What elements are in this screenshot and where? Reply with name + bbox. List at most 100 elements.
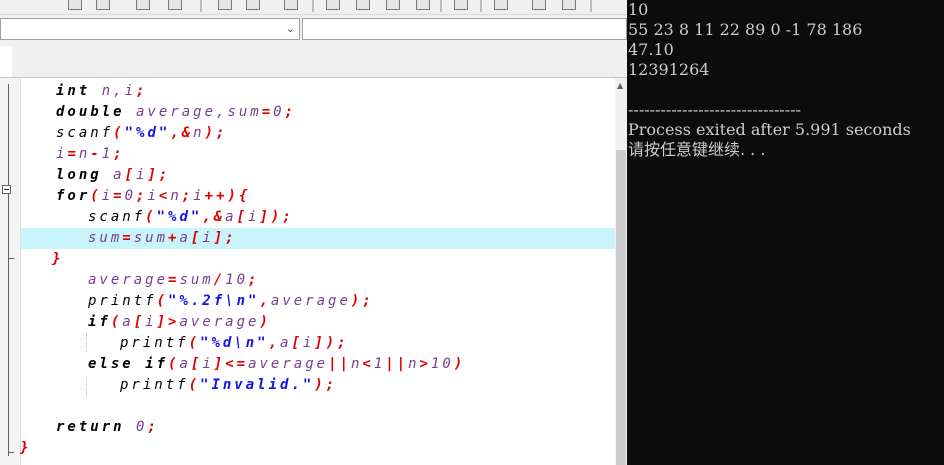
function-dropdown[interactable] <box>302 18 627 40</box>
editor-scrollbar[interactable]: ▲ <box>615 78 627 465</box>
code-token: average <box>88 272 169 288</box>
code-line[interactable]: else if(a[i]<=average||n<1||n>10) <box>88 354 465 375</box>
code-line[interactable]: printf("%.2f\n",average); <box>88 291 374 312</box>
code-line[interactable]: } <box>52 249 63 270</box>
toolbar-button[interactable] <box>386 0 400 10</box>
code-token: printf <box>120 335 189 351</box>
code-token: } <box>52 251 64 267</box>
code-token: i <box>302 335 315 351</box>
code-editor[interactable]: int n,i; double average,sum=0; scanf("%d",… <box>0 78 615 465</box>
code-token: a <box>122 314 134 330</box>
code-token: = <box>67 146 79 162</box>
scroll-up-icon[interactable]: ▲ <box>617 81 623 90</box>
code-token: a <box>179 230 191 246</box>
code-token: 1 <box>101 146 114 162</box>
toolbar-button[interactable] <box>96 0 110 10</box>
code-token: [ <box>190 356 203 372</box>
code-token: long <box>56 167 102 183</box>
code-token: ( <box>168 356 180 372</box>
code-token: 10 <box>225 272 249 288</box>
code-token: ; <box>147 419 159 435</box>
code-token: i <box>136 167 148 183</box>
toolbar-button[interactable] <box>218 0 232 10</box>
code-token: [ <box>291 335 303 351</box>
toolbar <box>0 0 627 15</box>
toolbar-separator <box>312 0 314 12</box>
code-token: average <box>270 293 351 309</box>
fold-end-marker <box>8 258 14 259</box>
code-line[interactable]: printf("Invalid."); <box>120 375 337 396</box>
code-token: 10 <box>430 356 454 372</box>
code-line[interactable]: for(i=0;i<n;i++){ <box>56 186 250 207</box>
toolbar-button[interactable] <box>326 0 340 10</box>
code-token: || <box>385 356 409 372</box>
toolbar-button[interactable] <box>416 0 430 10</box>
code-token: double <box>56 104 125 120</box>
toolbar-button[interactable] <box>454 0 468 10</box>
code-token: i <box>101 188 114 204</box>
code-token: 0 <box>273 104 285 120</box>
code-token: int <box>56 83 91 99</box>
code-line[interactable]: average=sum/10; <box>88 270 259 291</box>
code-token: a <box>280 335 292 351</box>
code-token: ( <box>145 209 157 225</box>
toolbar-button[interactable] <box>168 0 182 10</box>
code-token: return <box>56 419 125 435</box>
code-token: i <box>248 209 260 225</box>
editor-tab-bar <box>0 42 627 78</box>
code-token: ) <box>453 356 466 372</box>
console-line: 请按任意键继续. . . <box>628 140 766 159</box>
code-line[interactable]: double average,sum=0; <box>56 102 296 123</box>
code-token: ]); <box>314 335 349 351</box>
code-token: "%.2f\n" <box>168 293 260 309</box>
toolbar-button[interactable] <box>68 0 82 10</box>
code-token: ( <box>156 293 169 309</box>
code-line[interactable]: return 0; <box>56 417 159 438</box>
code-token: ( <box>110 314 123 330</box>
code-token: printf <box>120 377 189 393</box>
code-token: scanf <box>88 209 146 225</box>
editor-tab[interactable] <box>0 46 12 77</box>
toolbar-button[interactable] <box>532 0 546 10</box>
fold-collapse-icon[interactable] <box>2 185 11 194</box>
code-token: ; <box>113 146 125 162</box>
code-token: 0 <box>124 419 148 435</box>
toolbar-button[interactable] <box>494 0 508 10</box>
code-token: ); <box>314 377 338 393</box>
code-token: a <box>179 356 191 372</box>
code-line[interactable]: printf("%d\n",a[i]); <box>120 333 349 354</box>
toolbar-button[interactable] <box>562 0 576 10</box>
code-token: < <box>158 188 171 204</box>
toolbar-separator <box>480 0 482 12</box>
code-line[interactable]: if(a[i]>average) <box>88 312 271 333</box>
code-token: scanf <box>56 125 114 141</box>
toolbar-button[interactable] <box>356 0 370 10</box>
code-token: ]<= <box>213 356 249 372</box>
code-token: "%d" <box>156 209 203 225</box>
toolbar-separator <box>440 0 442 12</box>
code-token: > <box>419 356 431 372</box>
code-token: a <box>225 209 237 225</box>
scrollbar-thumb[interactable] <box>616 150 626 465</box>
code-line[interactable]: scanf("%d",&a[i]); <box>88 207 294 228</box>
code-token: = <box>113 188 125 204</box>
code-token: [ <box>190 230 203 246</box>
code-token: = <box>168 272 180 288</box>
toolbar-button[interactable] <box>284 0 298 10</box>
code-line[interactable]: long a[i]; <box>56 165 170 186</box>
code-line[interactable]: scanf("%d",&n); <box>56 123 227 144</box>
toolbar-button[interactable] <box>136 0 150 10</box>
code-token: ++){ <box>204 188 251 204</box>
code-token: ); <box>350 293 374 309</box>
console-window[interactable]: 10 55 23 8 11 22 89 0 -1 78 186 47.10 12391… <box>627 0 944 465</box>
code-line[interactable]: sum=sum+a[i]; <box>88 228 237 249</box>
class-dropdown[interactable]: ⌄ <box>0 18 300 40</box>
code-token: ) <box>259 314 271 330</box>
code-line[interactable]: i=n-1; <box>56 144 125 165</box>
code-token: ); <box>204 125 228 141</box>
code-token: ; <box>284 104 297 120</box>
code-line[interactable]: } <box>20 438 31 459</box>
toolbar-button[interactable] <box>246 0 260 10</box>
code-line[interactable]: int n,i; <box>56 81 147 102</box>
code-token: for <box>56 188 91 204</box>
